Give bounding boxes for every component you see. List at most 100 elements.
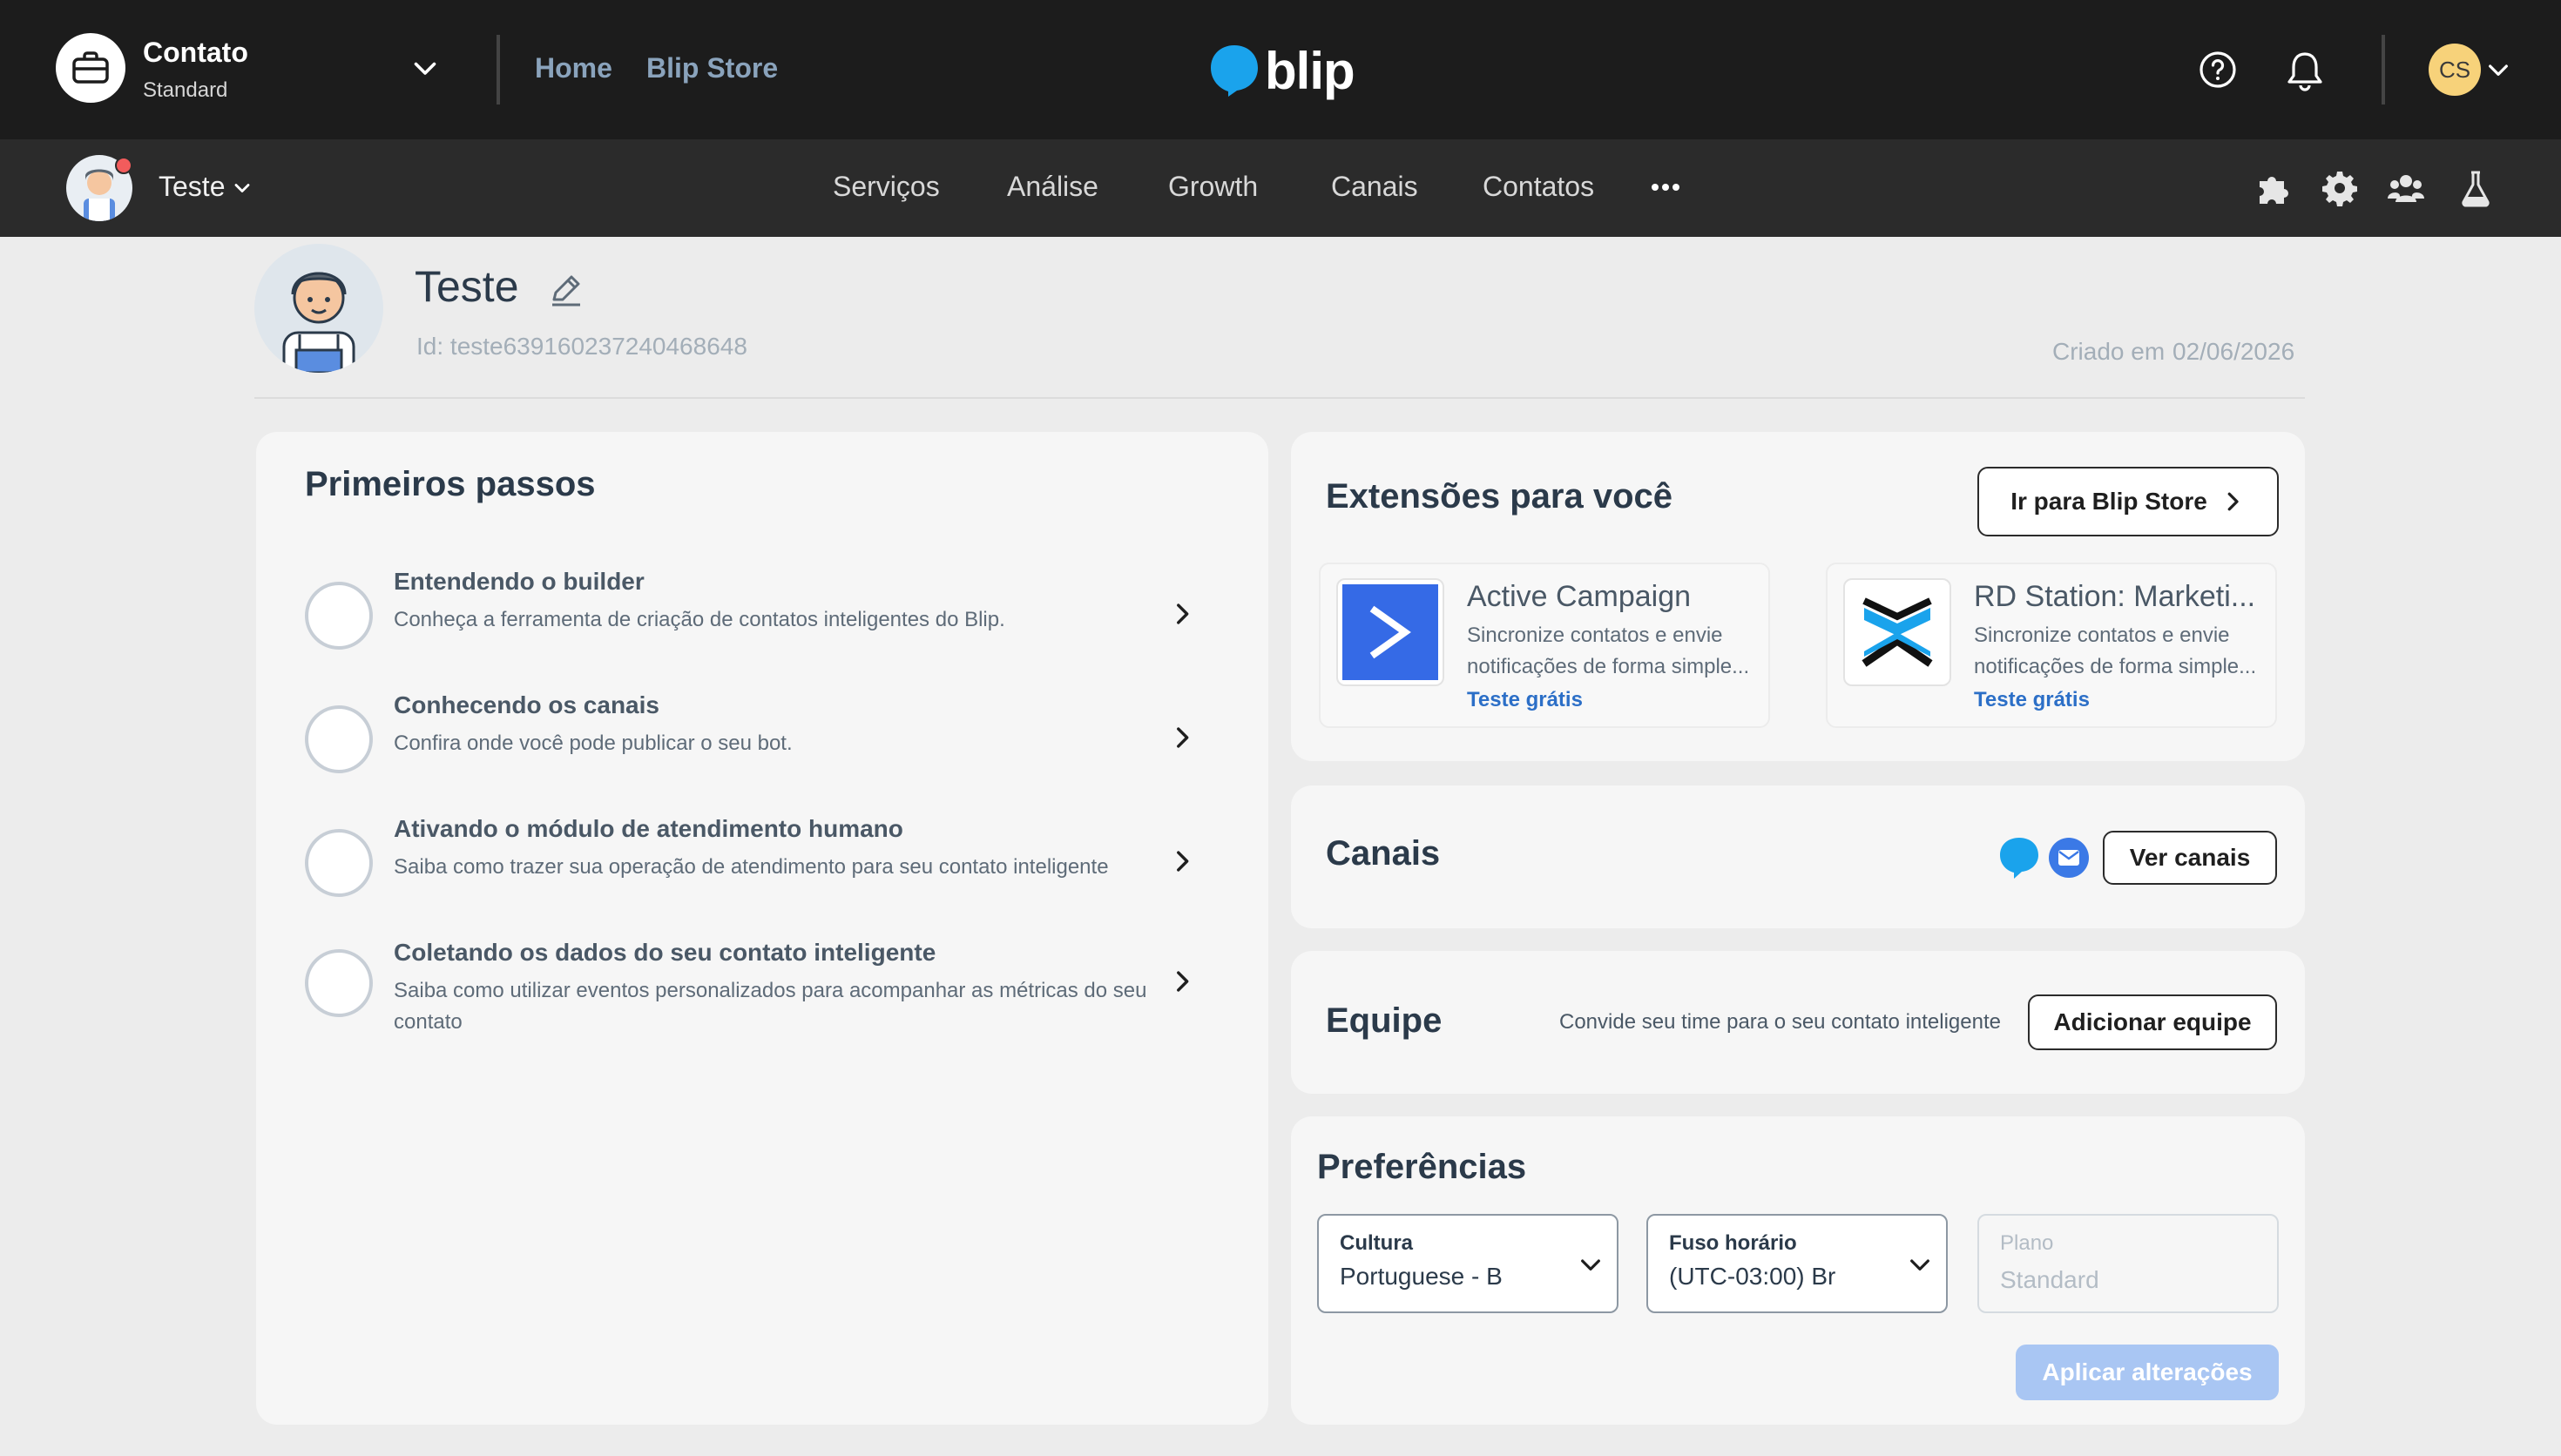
step-title: Coletando os dados do seu contato inteli… (394, 939, 936, 966)
active-campaign-logo-icon (1336, 578, 1444, 686)
step-title: Entendendo o builder (394, 568, 645, 595)
team-description: Convide seu time para o seu contato inte… (1559, 1010, 2001, 1034)
channels-card: Canais Ver canais (1291, 785, 2305, 928)
bot-name-title: Teste (415, 262, 519, 311)
top-bar: Contato Standard Home Blip Store blip CS (0, 0, 2561, 139)
puzzle-icon[interactable] (2254, 169, 2293, 207)
help-icon[interactable] (2199, 51, 2237, 89)
email-channel-icon (2049, 838, 2089, 878)
step-checkbox[interactable] (305, 949, 373, 1017)
chevron-down-icon[interactable] (230, 176, 254, 200)
nav-growth[interactable]: Growth (1168, 171, 1258, 203)
divider (2382, 35, 2385, 104)
button-label: Ir para Blip Store (2010, 488, 2207, 515)
divider (254, 397, 2305, 399)
add-team-button[interactable]: Adicionar equipe (2028, 994, 2277, 1050)
view-channels-button[interactable]: Ver canais (2103, 831, 2277, 885)
blip-store-link[interactable]: Blip Store (646, 52, 778, 84)
bell-icon[interactable] (2284, 49, 2326, 92)
bot-nav-bar: Teste Serviços Análise Growth Canais Con… (0, 139, 2561, 237)
extension-description-line: notificações de forma simple... (1974, 655, 2257, 678)
extensions-card: Extensões para você Ir para Blip Store A… (1291, 432, 2305, 761)
step-checkbox[interactable] (305, 582, 373, 650)
chevron-right-icon[interactable] (1167, 723, 1197, 752)
step-item[interactable]: Coletando os dados do seu contato inteli… (305, 935, 1220, 1066)
field-value: Standard (2000, 1266, 2099, 1293)
apply-changes-button[interactable]: Aplicar alterações (2016, 1345, 2279, 1400)
blip-logo-icon (1211, 45, 1258, 97)
chevron-down-icon (1910, 1259, 1929, 1271)
lab-flask-icon[interactable] (2456, 169, 2495, 207)
home-link[interactable]: Home (535, 52, 612, 84)
field-value: Portuguese - B (1340, 1263, 1503, 1290)
step-description: Saiba como trazer sua operação de atendi… (394, 855, 1109, 879)
extension-description-line: notificações de forma simple... (1467, 655, 1750, 678)
first-steps-card: Primeiros passos Entendendo o builder Co… (256, 432, 1268, 1425)
preferences-card: Preferências Cultura Portuguese - B Fuso… (1291, 1116, 2305, 1425)
team-title: Equipe (1326, 1001, 1443, 1040)
step-title: Conhecendo os canais (394, 691, 659, 718)
field-label: Fuso horário (1669, 1231, 1797, 1255)
org-plan: Standard (143, 78, 228, 102)
step-checkbox[interactable] (305, 829, 373, 897)
bot-selector[interactable]: Teste (159, 171, 225, 203)
extension-name: RD Station: Marketi... (1974, 580, 2256, 613)
bot-id: Id: teste639160237240468648 (416, 333, 747, 360)
rd-station-logo-icon (1843, 578, 1951, 686)
extension-description: Sincronize contatos e envie notificações… (1467, 620, 1754, 683)
step-description: Conheça a ferramenta de criação de conta… (394, 608, 1005, 631)
user-avatar[interactable]: CS (2429, 44, 2481, 96)
go-to-blip-store-button[interactable]: Ir para Blip Store (1977, 467, 2279, 536)
free-trial-link[interactable]: Teste grátis (1467, 688, 1583, 712)
divider (497, 35, 500, 104)
field-label: Cultura (1340, 1231, 1413, 1255)
chevron-down-icon[interactable] (409, 52, 441, 84)
nav-servicos[interactable]: Serviços (833, 171, 940, 203)
notification-dot (115, 157, 132, 174)
step-title: Ativando o módulo de atendimento humano (394, 815, 903, 842)
channels-title: Canais (1326, 834, 1441, 873)
chevron-right-icon[interactable] (1167, 846, 1197, 876)
created-date: 02/06/2026 (2172, 338, 2295, 365)
created-label: Criado em (2052, 338, 2166, 365)
extension-description-line: Sincronize contatos e envie (1974, 624, 2230, 647)
step-item[interactable]: Conhecendo os canais Confira onde você p… (305, 688, 1220, 792)
chevron-right-icon[interactable] (1167, 967, 1197, 996)
first-steps-title: Primeiros passos (305, 465, 596, 503)
blip-logo-text: blip (1265, 41, 1355, 100)
plan-field: Plano Standard (1977, 1214, 2279, 1313)
field-label: Plano (2000, 1231, 2054, 1255)
org-name[interactable]: Contato (143, 37, 248, 69)
chevron-down-icon[interactable] (2484, 56, 2512, 84)
more-icon[interactable] (1648, 174, 1683, 200)
field-value: (UTC-03:00) Br (1669, 1263, 1836, 1290)
extension-description: Sincronize contatos e envie notificações… (1974, 620, 2261, 683)
extension-item[interactable]: RD Station: Marketi... Sincronize contat… (1826, 563, 2277, 728)
nav-analise[interactable]: Análise (1007, 171, 1098, 203)
extension-name: Active Campaign (1467, 580, 1692, 613)
nav-contatos[interactable]: Contatos (1483, 171, 1594, 203)
nav-canais[interactable]: Canais (1331, 171, 1418, 203)
pencil-edit-icon[interactable] (547, 270, 585, 308)
chevron-right-icon (2227, 492, 2239, 511)
step-description: Saiba como utilizar eventos personalizad… (394, 979, 1147, 1034)
extension-item[interactable]: Active Campaign Sincronize contatos e en… (1319, 563, 1770, 728)
team-icon[interactable] (2387, 169, 2425, 207)
gear-icon[interactable] (2321, 169, 2359, 207)
bot-profile-avatar (254, 244, 383, 373)
extensions-title: Extensões para você (1326, 477, 1672, 516)
step-description: Confira onde você pode publicar o seu bo… (394, 731, 793, 755)
free-trial-link[interactable]: Teste grátis (1974, 688, 2090, 712)
blip-chat-channel-icon (2000, 838, 2038, 879)
step-item[interactable]: Ativando o módulo de atendimento humano … (305, 812, 1220, 916)
preferences-title: Preferências (1317, 1148, 1527, 1186)
chevron-down-icon (1581, 1259, 1600, 1271)
briefcase-icon[interactable] (56, 33, 125, 103)
chevron-right-icon[interactable] (1167, 599, 1197, 629)
culture-select[interactable]: Cultura Portuguese - B (1317, 1214, 1618, 1313)
timezone-select[interactable]: Fuso horário (UTC-03:00) Br (1646, 1214, 1948, 1313)
step-item[interactable]: Entendendo o builder Conheça a ferrament… (305, 564, 1220, 669)
step-checkbox[interactable] (305, 705, 373, 773)
blip-logo[interactable]: blip (1209, 40, 1355, 101)
extension-description-line: Sincronize contatos e envie (1467, 624, 1723, 647)
